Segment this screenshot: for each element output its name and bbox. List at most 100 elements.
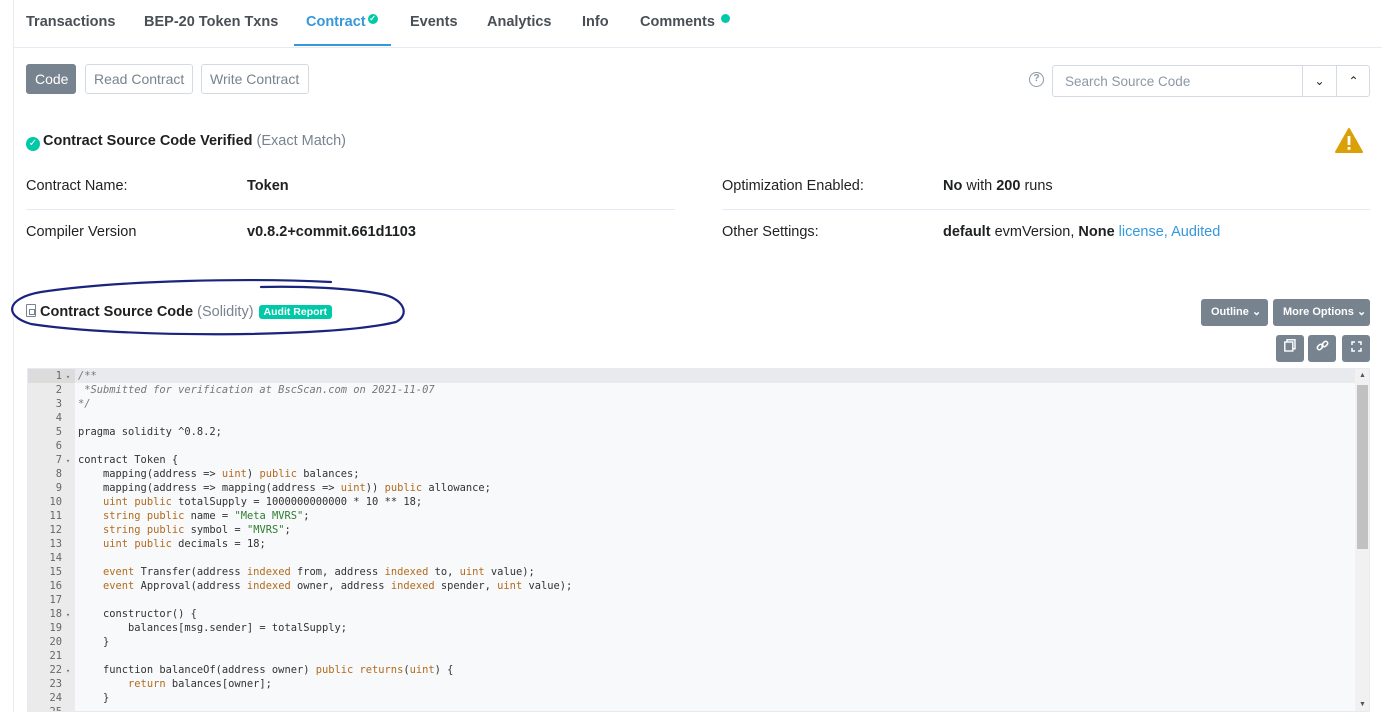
search-next-button[interactable]: ⌄ bbox=[1302, 66, 1336, 96]
line-text: balances[msg.sender] = totalSupply; bbox=[78, 622, 347, 634]
file-code-icon bbox=[26, 304, 36, 317]
code-line: 3 */ bbox=[28, 397, 1354, 411]
chevron-down-icon: ⌄ bbox=[1314, 74, 1325, 88]
verified-check-icon: ✓ bbox=[367, 14, 378, 24]
more-options-button[interactable]: More Options ⌄ bbox=[1273, 299, 1370, 326]
source-language: (Solidity) bbox=[197, 304, 254, 320]
line-number: 5 bbox=[55, 426, 62, 438]
line-text: event Transfer(address indexed from, add… bbox=[103, 566, 535, 578]
license-link[interactable]: license, bbox=[1119, 224, 1168, 240]
scroll-thumb[interactable] bbox=[1357, 385, 1368, 549]
line-text: *Submitted for verification at BscScan.c… bbox=[78, 384, 435, 396]
tab-label: Contract bbox=[306, 14, 366, 30]
line-number: 18 bbox=[49, 608, 62, 620]
evm-default: default bbox=[943, 224, 991, 240]
new-comments-dot-icon bbox=[720, 14, 730, 23]
line-number: 14 bbox=[49, 552, 62, 564]
tab-label: BEP-20 Token Txns bbox=[144, 14, 279, 30]
fold-chevron-icon[interactable]: ▾ bbox=[62, 664, 74, 678]
divider bbox=[26, 209, 675, 210]
line-text: pragma solidity ^0.8.2; bbox=[78, 426, 222, 438]
tab-contract[interactable]: Contract ✓ bbox=[306, 14, 378, 30]
license-none: None bbox=[1078, 224, 1115, 240]
divider bbox=[722, 209, 1370, 210]
contract-name-value: Token bbox=[247, 178, 289, 194]
active-tab-indicator bbox=[294, 44, 391, 46]
line-text: uint public totalSupply = 1000000000000 … bbox=[103, 496, 423, 508]
line-number: 2 bbox=[55, 384, 62, 396]
tab-events[interactable]: Events bbox=[410, 14, 458, 30]
write-contract-button[interactable]: Write Contract bbox=[201, 64, 309, 94]
tab-bar: Transactions BEP-20 Token Txns Contract ✓… bbox=[14, 0, 1382, 48]
code-line: 18 ▾ constructor() { bbox=[28, 607, 1354, 621]
tab-label: Comments bbox=[640, 14, 715, 30]
contract-name-label: Contract Name: bbox=[26, 178, 128, 194]
outline-button[interactable]: Outline ⌄ bbox=[1201, 299, 1268, 326]
search-prev-button[interactable]: ⌃ bbox=[1336, 66, 1370, 96]
fold-chevron-icon[interactable]: ▾ bbox=[62, 608, 74, 622]
line-text: } bbox=[78, 692, 110, 704]
copy-button[interactable] bbox=[1276, 335, 1304, 362]
compiler-version-value: v0.8.2+commit.661d1103 bbox=[247, 224, 416, 240]
chevron-down-icon: ⌄ bbox=[1251, 306, 1262, 318]
fold-chevron-icon[interactable]: ▾ bbox=[62, 454, 74, 468]
line-number: 16 bbox=[49, 580, 62, 592]
line-number: 1 bbox=[55, 370, 62, 382]
line-number: 11 bbox=[49, 510, 62, 522]
code-line: 2 *Submitted for verification at BscScan… bbox=[28, 383, 1354, 397]
code-line: 17 bbox=[28, 593, 1354, 607]
line-text: /** bbox=[78, 370, 97, 382]
chevron-up-icon: ⌃ bbox=[1348, 74, 1359, 88]
link-button[interactable] bbox=[1308, 335, 1336, 362]
scroll-up-icon[interactable]: ▲ bbox=[1355, 370, 1369, 382]
link-icon bbox=[1316, 340, 1328, 351]
line-number: 19 bbox=[49, 622, 62, 634]
code-lines: 1 ▾/** 2 *Submitted for verification at Bs… bbox=[28, 369, 1354, 712]
scroll-down-icon[interactable]: ▼ bbox=[1355, 699, 1369, 711]
tab-comments[interactable]: Comments bbox=[640, 14, 730, 30]
tab-label: Info bbox=[582, 14, 609, 30]
line-text: mapping(address => uint) public balances… bbox=[78, 468, 360, 480]
read-contract-button[interactable]: Read Contract bbox=[85, 64, 193, 94]
verified-title: Contract Source Code Verified bbox=[43, 133, 253, 149]
line-number: 20 bbox=[49, 636, 62, 648]
warning-icon[interactable] bbox=[1335, 128, 1363, 154]
verified-status: ✓ Contract Source Code Verified (Exact Ma… bbox=[26, 133, 346, 151]
other-settings-label: Other Settings: bbox=[722, 224, 819, 240]
tab-bep20-token-txns[interactable]: BEP-20 Token Txns bbox=[144, 14, 278, 30]
optimization-with: with bbox=[966, 178, 993, 194]
tab-label: Analytics bbox=[487, 14, 552, 30]
code-editor[interactable]: 1 ▾/** 2 *Submitted for verification at Bs… bbox=[27, 368, 1370, 712]
line-number: 25 bbox=[49, 706, 62, 712]
help-icon[interactable]: ? bbox=[1029, 72, 1044, 87]
code-line: 1 ▾ /** bbox=[28, 369, 1354, 383]
code-button[interactable]: Code bbox=[26, 64, 76, 94]
editor-scrollbar[interactable]: ▲ ▼ bbox=[1355, 369, 1369, 711]
line-text: string public name = "Meta MVRS"; bbox=[103, 510, 310, 522]
line-text: } bbox=[78, 636, 110, 648]
line-text: return balances[owner]; bbox=[128, 678, 272, 690]
line-number: 10 bbox=[49, 496, 62, 508]
code-line: 14 bbox=[28, 551, 1354, 565]
line-text: string public symbol = "MVRS"; bbox=[103, 524, 291, 536]
search-input[interactable] bbox=[1053, 66, 1303, 96]
fold-chevron-icon[interactable]: ▾ bbox=[62, 370, 74, 384]
contract-panel: Transactions BEP-20 Token Txns Contract ✓… bbox=[11, 0, 1382, 712]
code-line: 13 uint public decimals = 18; bbox=[28, 537, 1354, 551]
chevron-down-icon: ⌄ bbox=[1356, 306, 1367, 318]
audited-link[interactable]: Audited bbox=[1171, 224, 1220, 240]
tab-analytics[interactable]: Analytics bbox=[487, 14, 551, 30]
optimization-label: Optimization Enabled: bbox=[722, 178, 864, 194]
tab-info[interactable]: Info bbox=[582, 14, 609, 30]
code-line: 21 bbox=[28, 649, 1354, 663]
tab-transactions[interactable]: Transactions bbox=[26, 14, 115, 30]
evm-version-label: evmVersion, bbox=[994, 224, 1075, 240]
code-line: 24 } bbox=[28, 691, 1354, 705]
compiler-version-label: Compiler Version bbox=[26, 224, 137, 240]
line-number: 8 bbox=[55, 468, 62, 480]
line-number: 13 bbox=[49, 538, 62, 550]
line-text: contract Token { bbox=[78, 454, 179, 466]
audit-report-badge[interactable]: Audit Report bbox=[258, 305, 333, 319]
line-text: mapping(address => mapping(address => ui… bbox=[78, 482, 491, 494]
fullscreen-button[interactable] bbox=[1342, 335, 1370, 362]
